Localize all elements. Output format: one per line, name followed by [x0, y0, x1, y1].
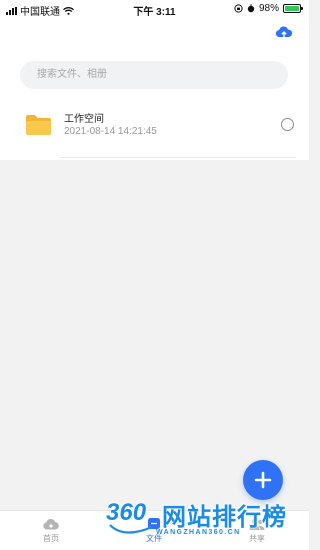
search-input[interactable]: 搜索文件、相册	[20, 61, 288, 89]
tab-bar: 首页 文件 共享	[0, 510, 309, 550]
row-divider	[60, 157, 296, 158]
tab-share-label: 共享	[249, 534, 265, 543]
cloud-upload-icon[interactable]	[275, 25, 293, 41]
share-people-icon	[249, 518, 265, 530]
cloud-home-icon	[43, 518, 59, 530]
plus-icon	[254, 471, 272, 489]
status-bar: 中国联通 下午 3:11 98%	[0, 0, 309, 18]
add-button[interactable]	[243, 460, 283, 500]
select-checkbox[interactable]	[281, 118, 294, 131]
battery-percent: 98%	[258, 3, 279, 14]
file-chat-icon	[148, 518, 160, 529]
tab-home[interactable]: 首页	[21, 517, 81, 544]
tab-files[interactable]: 文件	[124, 517, 184, 544]
alarm-icon	[247, 4, 255, 13]
folder-icon	[26, 115, 51, 135]
tab-share[interactable]: 共享	[227, 517, 287, 544]
orientation-lock-icon	[234, 4, 243, 13]
tab-files-label: 文件	[146, 534, 162, 543]
file-row[interactable]: 工作空间 2021-08-14 14:21:45	[0, 106, 309, 156]
file-date: 2021-08-14 14:21:45	[64, 126, 157, 137]
battery-icon	[283, 4, 303, 13]
status-right: 98%	[234, 3, 303, 14]
tab-home-label: 首页	[43, 534, 59, 543]
file-name: 工作空间	[64, 114, 104, 125]
